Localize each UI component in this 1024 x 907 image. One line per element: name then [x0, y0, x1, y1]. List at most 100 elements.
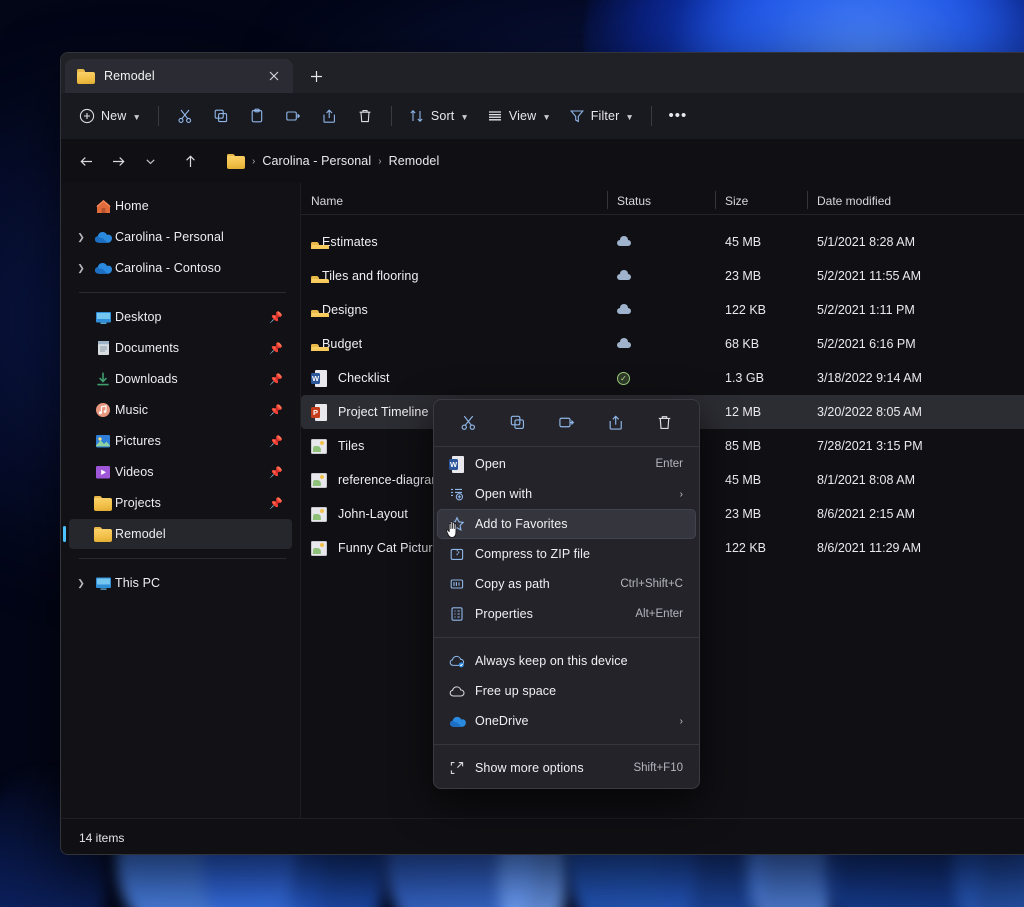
pin-icon[interactable]: 📌 [269, 311, 283, 324]
share-button[interactable] [599, 406, 633, 438]
file-name-cell[interactable]: Budget [301, 337, 607, 351]
context-menu-item-copy-as-path[interactable]: Copy as path Ctrl+Shift+C [438, 569, 695, 599]
share-button[interactable] [312, 100, 346, 132]
sidebar-item-carolina-contoso[interactable]: ❯ Carolina - Contoso [69, 253, 292, 283]
context-menu-item-properties[interactable]: Properties Alt+Enter [438, 599, 695, 629]
rename-button[interactable] [550, 406, 584, 438]
file-name-cell[interactable]: Designs [301, 303, 607, 317]
file-name-cell[interactable]: Tiles and flooring [301, 269, 607, 283]
new-tab-icon[interactable] [301, 61, 331, 91]
status-cell [607, 301, 715, 319]
sidebar-item-label: This PC [115, 576, 160, 590]
sidebar-item-pictures[interactable]: Pictures 📌 [69, 426, 292, 456]
context-menu-item-label: Compress to ZIP file [475, 547, 590, 561]
sidebar-item-projects[interactable]: Projects 📌 [69, 488, 292, 518]
back-button[interactable] [71, 146, 101, 176]
documents-icon [91, 340, 115, 356]
chevron-down-icon: ▼ [460, 112, 468, 122]
sort-button[interactable]: Sort ▼ [401, 100, 477, 132]
plus-circle-icon [79, 108, 95, 124]
sidebar-item-videos[interactable]: Videos 📌 [69, 457, 292, 487]
table-row[interactable]: W Checklist ✓ 1.3 GB 3/18/2022 9:14 AM [301, 361, 1024, 395]
onedrive-icon [91, 230, 115, 244]
sidebar-item-this-pc[interactable]: ❯ This PC [69, 568, 292, 598]
size-cell: 45 MB [715, 235, 807, 249]
context-menu-item-add-to-favorites[interactable]: Add to Favorites [437, 509, 696, 539]
breadcrumb-item-1[interactable]: Remodel [389, 154, 440, 168]
sidebar-divider [79, 558, 286, 559]
delete-button[interactable] [648, 406, 682, 438]
pin-icon[interactable]: 📌 [269, 373, 283, 386]
context-menu-item-label: Free up space [475, 684, 556, 698]
recent-locations-button[interactable] [135, 146, 165, 176]
downloads-icon [91, 371, 115, 387]
sidebar-item-carolina-personal[interactable]: ❯ Carolina - Personal [69, 222, 292, 252]
column-header-date-modified[interactable]: Date modified [807, 194, 1007, 208]
table-row[interactable]: Budget 68 KB 5/2/2021 6:16 PM [301, 327, 1024, 361]
breadcrumb[interactable]: › Carolina - Personal › Remodel [219, 146, 447, 176]
table-row[interactable]: Estimates 45 MB 5/1/2021 8:28 AM [301, 225, 1024, 259]
music-icon [91, 402, 115, 418]
new-button[interactable]: New ▼ [71, 100, 149, 132]
filter-button[interactable]: Filter ▼ [561, 100, 642, 132]
context-menu-item-free-up-space[interactable]: Free up space [438, 676, 695, 706]
context-menu-item-onedrive[interactable]: OneDrive › [438, 706, 695, 736]
status-cell [607, 233, 715, 251]
videos-icon [91, 465, 115, 480]
up-button[interactable] [175, 146, 205, 176]
cut-button[interactable] [168, 100, 202, 132]
tab-remodel[interactable]: Remodel [65, 59, 293, 93]
copy-button[interactable] [501, 406, 535, 438]
file-name: Funny Cat Picture [338, 541, 440, 555]
forward-button[interactable] [103, 146, 133, 176]
context-menu-item-label: Open [475, 457, 506, 471]
sort-label: Sort [431, 109, 455, 123]
rename-button[interactable] [276, 100, 310, 132]
chevron-right-icon[interactable]: ❯ [71, 578, 91, 589]
share-icon [321, 108, 337, 124]
sidebar-item-documents[interactable]: Documents 📌 [69, 333, 292, 363]
context-menu-item-open[interactable]: W Open Enter [438, 449, 695, 479]
delete-button[interactable] [348, 100, 382, 132]
pin-icon[interactable]: 📌 [269, 466, 283, 479]
file-name: Tiles and flooring [322, 269, 419, 283]
sidebar-item-downloads[interactable]: Downloads 📌 [69, 364, 292, 394]
table-row[interactable]: Designs 122 KB 5/2/2021 1:11 PM [301, 293, 1024, 327]
view-button[interactable]: View ▼ [479, 100, 559, 132]
file-name-cell[interactable]: Estimates [301, 235, 607, 249]
date-cell: 3/18/2022 9:14 AM [807, 371, 1007, 385]
cut-button[interactable] [452, 406, 486, 438]
this-pc-icon [91, 576, 115, 591]
sidebar-item-remodel[interactable]: Remodel [69, 519, 292, 549]
paste-button[interactable] [240, 100, 274, 132]
date-cell: 8/6/2021 11:29 AM [807, 541, 1007, 555]
pin-icon[interactable]: 📌 [269, 404, 283, 417]
size-cell: 68 KB [715, 337, 807, 351]
available-offline-icon: ✓ [617, 372, 630, 385]
sidebar-item-label: Remodel [115, 527, 166, 541]
pin-icon[interactable]: 📌 [269, 497, 283, 510]
size-cell: 23 MB [715, 507, 807, 521]
context-menu-item-open-with[interactable]: Open with › [438, 479, 695, 509]
pin-icon[interactable]: 📌 [269, 435, 283, 448]
breadcrumb-item-0[interactable]: Carolina - Personal [262, 154, 371, 168]
column-header-status[interactable]: Status [607, 194, 715, 208]
sidebar-item-music[interactable]: Music 📌 [69, 395, 292, 425]
see-more-button[interactable]: ••• [661, 100, 695, 132]
context-menu-item-show-more-options[interactable]: Show more options Shift+F10 [438, 753, 695, 783]
pin-icon[interactable]: 📌 [269, 342, 283, 355]
column-header-size[interactable]: Size [715, 194, 807, 208]
context-menu-item-always-keep-on-this-device[interactable]: Always keep on this device [438, 646, 695, 676]
sidebar-item-desktop[interactable]: Desktop 📌 [69, 302, 292, 332]
column-headers: Name Status Size Date modified [301, 183, 1024, 215]
file-name-cell[interactable]: W Checklist [301, 370, 607, 387]
chevron-right-icon[interactable]: ❯ [71, 263, 91, 274]
close-icon[interactable] [263, 65, 285, 87]
rename-icon [285, 108, 301, 124]
sidebar-item-home[interactable]: Home [69, 191, 292, 221]
context-menu-item-compress-to-zip[interactable]: Compress to ZIP file [438, 539, 695, 569]
chevron-right-icon[interactable]: ❯ [71, 232, 91, 243]
copy-button[interactable] [204, 100, 238, 132]
column-header-name[interactable]: Name [301, 194, 607, 208]
table-row[interactable]: Tiles and flooring 23 MB 5/2/2021 11:55 … [301, 259, 1024, 293]
